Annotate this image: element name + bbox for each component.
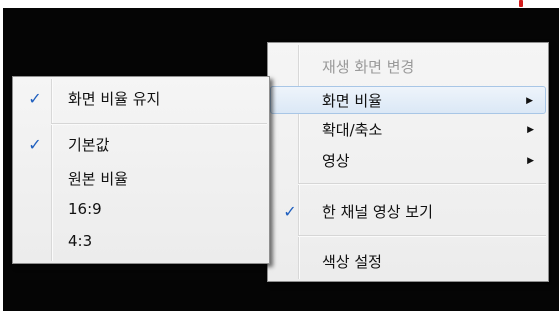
submenu-item-label: 화면 비율 유지 [68, 90, 161, 108]
submenu-item-default[interactable]: ✓ 기본값 [15, 131, 267, 159]
submenu-item-original-ratio[interactable]: 원본 비율 [15, 165, 267, 193]
menu-separator [298, 235, 546, 237]
submenu-arrow-icon: ▶ [526, 96, 533, 106]
submenu-item-keep-aspect-ratio[interactable]: ✓ 화면 비율 유지 [15, 85, 267, 113]
menu-item-single-channel-view[interactable]: ✓ 한 채널 영상 보기 [270, 198, 546, 226]
submenu-item-label: 16:9 [68, 200, 102, 218]
submenu-item-4-3[interactable]: 4:3 [15, 227, 267, 255]
menu-item-label: 한 채널 영상 보기 [322, 203, 433, 221]
submenu-arrow-icon: ▶ [527, 156, 534, 166]
menu-item-aspect-ratio[interactable]: 화면 비율 ▶ [270, 86, 546, 114]
menu-item-label: 색상 설정 [322, 253, 382, 271]
menu-separator [51, 123, 267, 125]
menu-item-change-playback-screen: 재생 화면 변경 [322, 58, 415, 76]
menu-item-video[interactable]: 영상 ▶ [270, 147, 546, 175]
submenu-item-label: 4:3 [68, 232, 93, 250]
submenu-item-label: 기본값 [68, 136, 110, 154]
menu-item-label: 확대/축소 [322, 121, 383, 139]
red-marker [519, 0, 523, 7]
checkmark-icon: ✓ [283, 202, 297, 221]
menu-item-zoom[interactable]: 확대/축소 ▶ [270, 116, 546, 144]
playback-context-menu: 재생 화면 변경 화면 비율 ▶ 확대/축소 ▶ 영상 ▶ ✓ 한 채널 영상 … [267, 42, 549, 282]
checkmark-icon: ✓ [28, 135, 42, 154]
aspect-ratio-submenu: ✓ 화면 비율 유지 ✓ 기본값 원본 비율 16:9 4:3 [12, 76, 270, 264]
submenu-item-16-9[interactable]: 16:9 [15, 195, 267, 223]
menu-separator [298, 183, 546, 185]
menu-item-label: 영상 [322, 152, 350, 170]
menu-item-color-settings[interactable]: 색상 설정 [270, 248, 546, 276]
checkmark-icon: ✓ [28, 89, 42, 108]
menu-item-label: 화면 비율 [322, 92, 382, 110]
submenu-item-label: 원본 비율 [68, 170, 128, 188]
submenu-arrow-icon: ▶ [527, 125, 534, 135]
